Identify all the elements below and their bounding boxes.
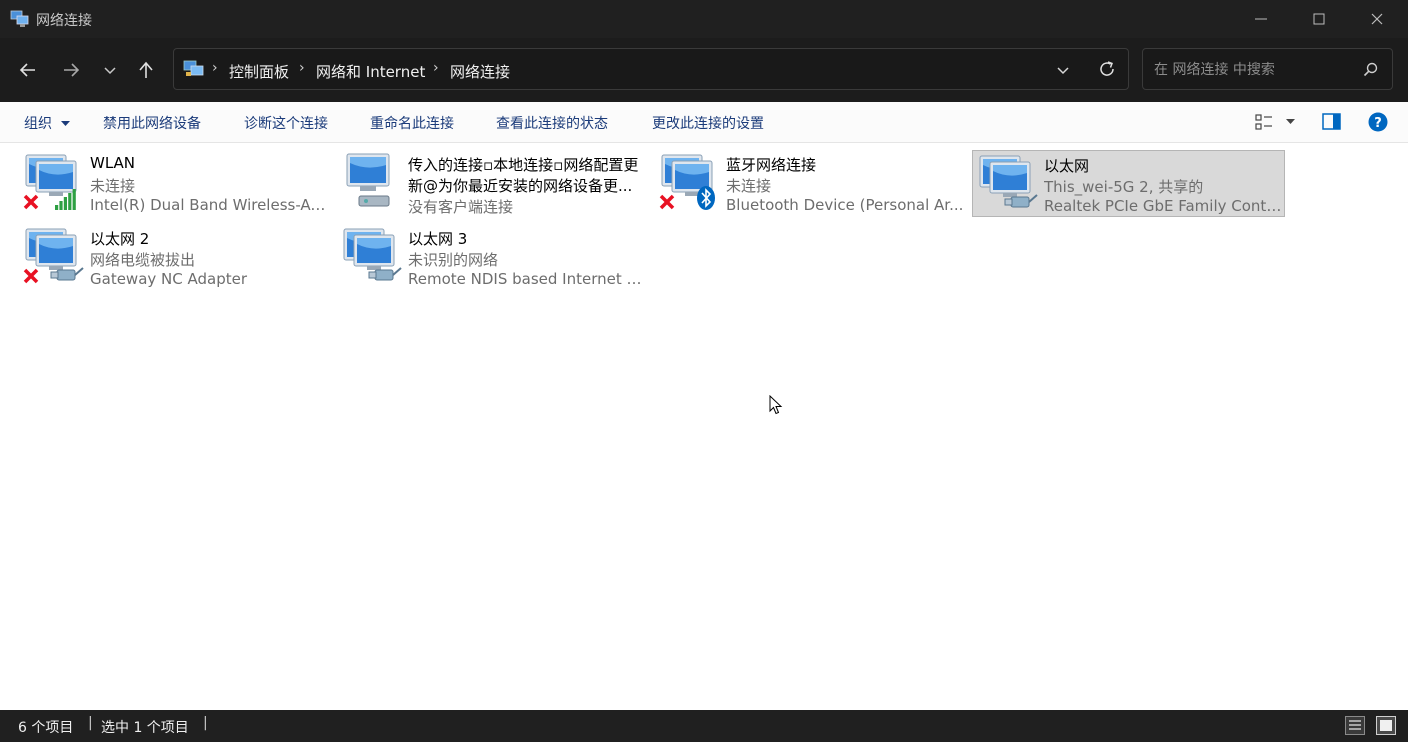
disconnected-x-icon <box>23 268 39 284</box>
connection-device: 没有客户端连接 <box>408 198 514 216</box>
connection-name: 以太网 3 <box>408 230 468 248</box>
breadcrumb-control-panel[interactable]: 控制面板 <box>229 61 289 82</box>
control-panel-icon <box>183 60 204 76</box>
connection-status: 未识别的网络 <box>408 251 499 269</box>
connection-tile[interactable]: 以太网 This_wei-5G 2, 共享的 Realtek PCIe GbE Fa… <box>972 150 1285 217</box>
connection-tile[interactable]: 以太网 2 网络电缆被拔出 Gateway NC Adapter <box>19 224 332 291</box>
connection-status: 新@为你最近安装的网络设备更... <box>408 177 633 195</box>
maximize-icon <box>1313 13 1325 25</box>
help-icon[interactable]: ? <box>1368 112 1388 132</box>
close-button[interactable] <box>1348 0 1406 38</box>
connection-device: Intel(R) Dual Band Wireless-AC... <box>90 196 328 214</box>
connection-tile[interactable]: 蓝牙网络连接 未连接 Bluetooth Device (Personal Ar..… <box>655 150 968 217</box>
connection-status: This_wei-5G 2, 共享的 <box>1044 178 1204 196</box>
arrow-right-icon <box>64 63 80 77</box>
preview-pane-icon[interactable] <box>1322 113 1341 130</box>
disable-device-button[interactable]: 禁用此网络设备 <box>103 113 201 133</box>
refresh-icon <box>1100 61 1114 76</box>
breadcrumb-network-connections[interactable]: 网络连接 <box>450 61 510 82</box>
diagnose-button[interactable]: 诊断这个连接 <box>244 113 328 133</box>
close-icon <box>1371 13 1383 25</box>
ethernet-adapter-icon <box>23 228 84 284</box>
mouse-cursor-icon <box>769 395 783 415</box>
window-title: 网络连接 <box>36 13 92 29</box>
connection-name: WLAN <box>90 154 136 172</box>
address-dropdown-icon[interactable] <box>1056 63 1070 77</box>
details-view-icon[interactable] <box>1345 716 1365 735</box>
rename-button[interactable]: 重命名此连接 <box>370 113 454 133</box>
connection-tile[interactable]: 传入的连接▫本地连接▫网络配置更 新@为你最近安装的网络设备更... 没有客户端连接 <box>337 150 650 217</box>
up-button[interactable] <box>128 52 164 88</box>
recent-locations-button[interactable] <box>92 52 128 88</box>
connection-tile[interactable]: WLAN 未连接 Intel(R) Dual Band Wireless-AC... <box>19 150 332 217</box>
back-button[interactable] <box>10 52 46 88</box>
breadcrumb-separator: › <box>299 60 305 76</box>
view-options-icon[interactable] <box>1255 114 1273 130</box>
disconnected-x-icon <box>659 194 675 210</box>
connection-name: 以太网 2 <box>90 230 150 248</box>
ethernet-adapter-icon <box>343 228 402 281</box>
search-input[interactable] <box>1152 58 1356 82</box>
change-settings-button[interactable]: 更改此连接的设置 <box>652 113 764 133</box>
breadcrumb-network-internet[interactable]: 网络和 Internet <box>316 61 425 82</box>
view-options-dropdown-icon[interactable] <box>1286 119 1295 125</box>
title-bar: 网络连接 <box>0 0 1408 38</box>
search-icon[interactable] <box>1363 62 1378 77</box>
status-divider: | <box>88 715 93 731</box>
status-bar: 6 个项目 | 选中 1 个项目 | <box>0 710 1408 742</box>
incoming-connection-icon <box>346 153 390 207</box>
caret-down-icon <box>61 121 71 126</box>
ethernet-adapter-icon <box>979 155 1038 208</box>
arrow-left-icon <box>19 63 35 77</box>
connection-device: Gateway NC Adapter <box>90 270 248 288</box>
connection-device: Realtek PCIe GbE Family Contr... <box>1044 197 1282 215</box>
connection-status: 网络电缆被拔出 <box>90 251 196 269</box>
network-connections-icon <box>10 10 29 27</box>
minimize-button[interactable] <box>1232 0 1290 38</box>
breadcrumb-separator: › <box>212 60 218 76</box>
bluetooth-adapter-icon <box>659 154 715 210</box>
connection-device: Bluetooth Device (Personal Ar... <box>726 196 964 214</box>
organize-button[interactable]: 组织 <box>24 113 71 133</box>
chevron-down-icon <box>104 67 116 75</box>
command-bar: 组织 禁用此网络设备 诊断这个连接 重命名此连接 查看此连接的状态 更改此连接的… <box>0 102 1408 143</box>
maximize-button[interactable] <box>1290 0 1348 38</box>
organize-label: 组织 <box>24 116 52 132</box>
status-divider: | <box>203 715 208 731</box>
wifi-adapter-icon <box>23 154 77 210</box>
arrow-up-icon <box>139 61 153 78</box>
connection-name: 蓝牙网络连接 <box>726 156 817 174</box>
breadcrumb-separator: › <box>433 60 439 76</box>
connection-device: Remote NDIS based Internet S... <box>408 270 646 288</box>
connection-status: 未连接 <box>90 177 136 195</box>
connection-name: 以太网 <box>1044 157 1090 175</box>
connection-name: 传入的连接▫本地连接▫网络配置更 <box>408 156 639 174</box>
item-count: 6 个项目 <box>18 720 74 736</box>
connection-tile[interactable]: 以太网 3 未识别的网络 Remote NDIS based Internet S.… <box>337 224 650 291</box>
large-icons-view-icon[interactable] <box>1376 716 1396 735</box>
view-status-button[interactable]: 查看此连接的状态 <box>496 113 608 133</box>
svg-text:?: ? <box>1374 116 1382 131</box>
minimize-icon <box>1255 18 1267 20</box>
search-box[interactable] <box>1142 48 1393 90</box>
selected-count: 选中 1 个项目 <box>101 720 189 736</box>
refresh-button[interactable] <box>1089 51 1125 87</box>
forward-button[interactable] <box>53 52 89 88</box>
disconnected-x-icon <box>23 194 39 210</box>
address-bar[interactable]: › 控制面板 › 网络和 Internet › 网络连接 <box>173 48 1129 90</box>
connection-status: 未连接 <box>726 177 772 195</box>
